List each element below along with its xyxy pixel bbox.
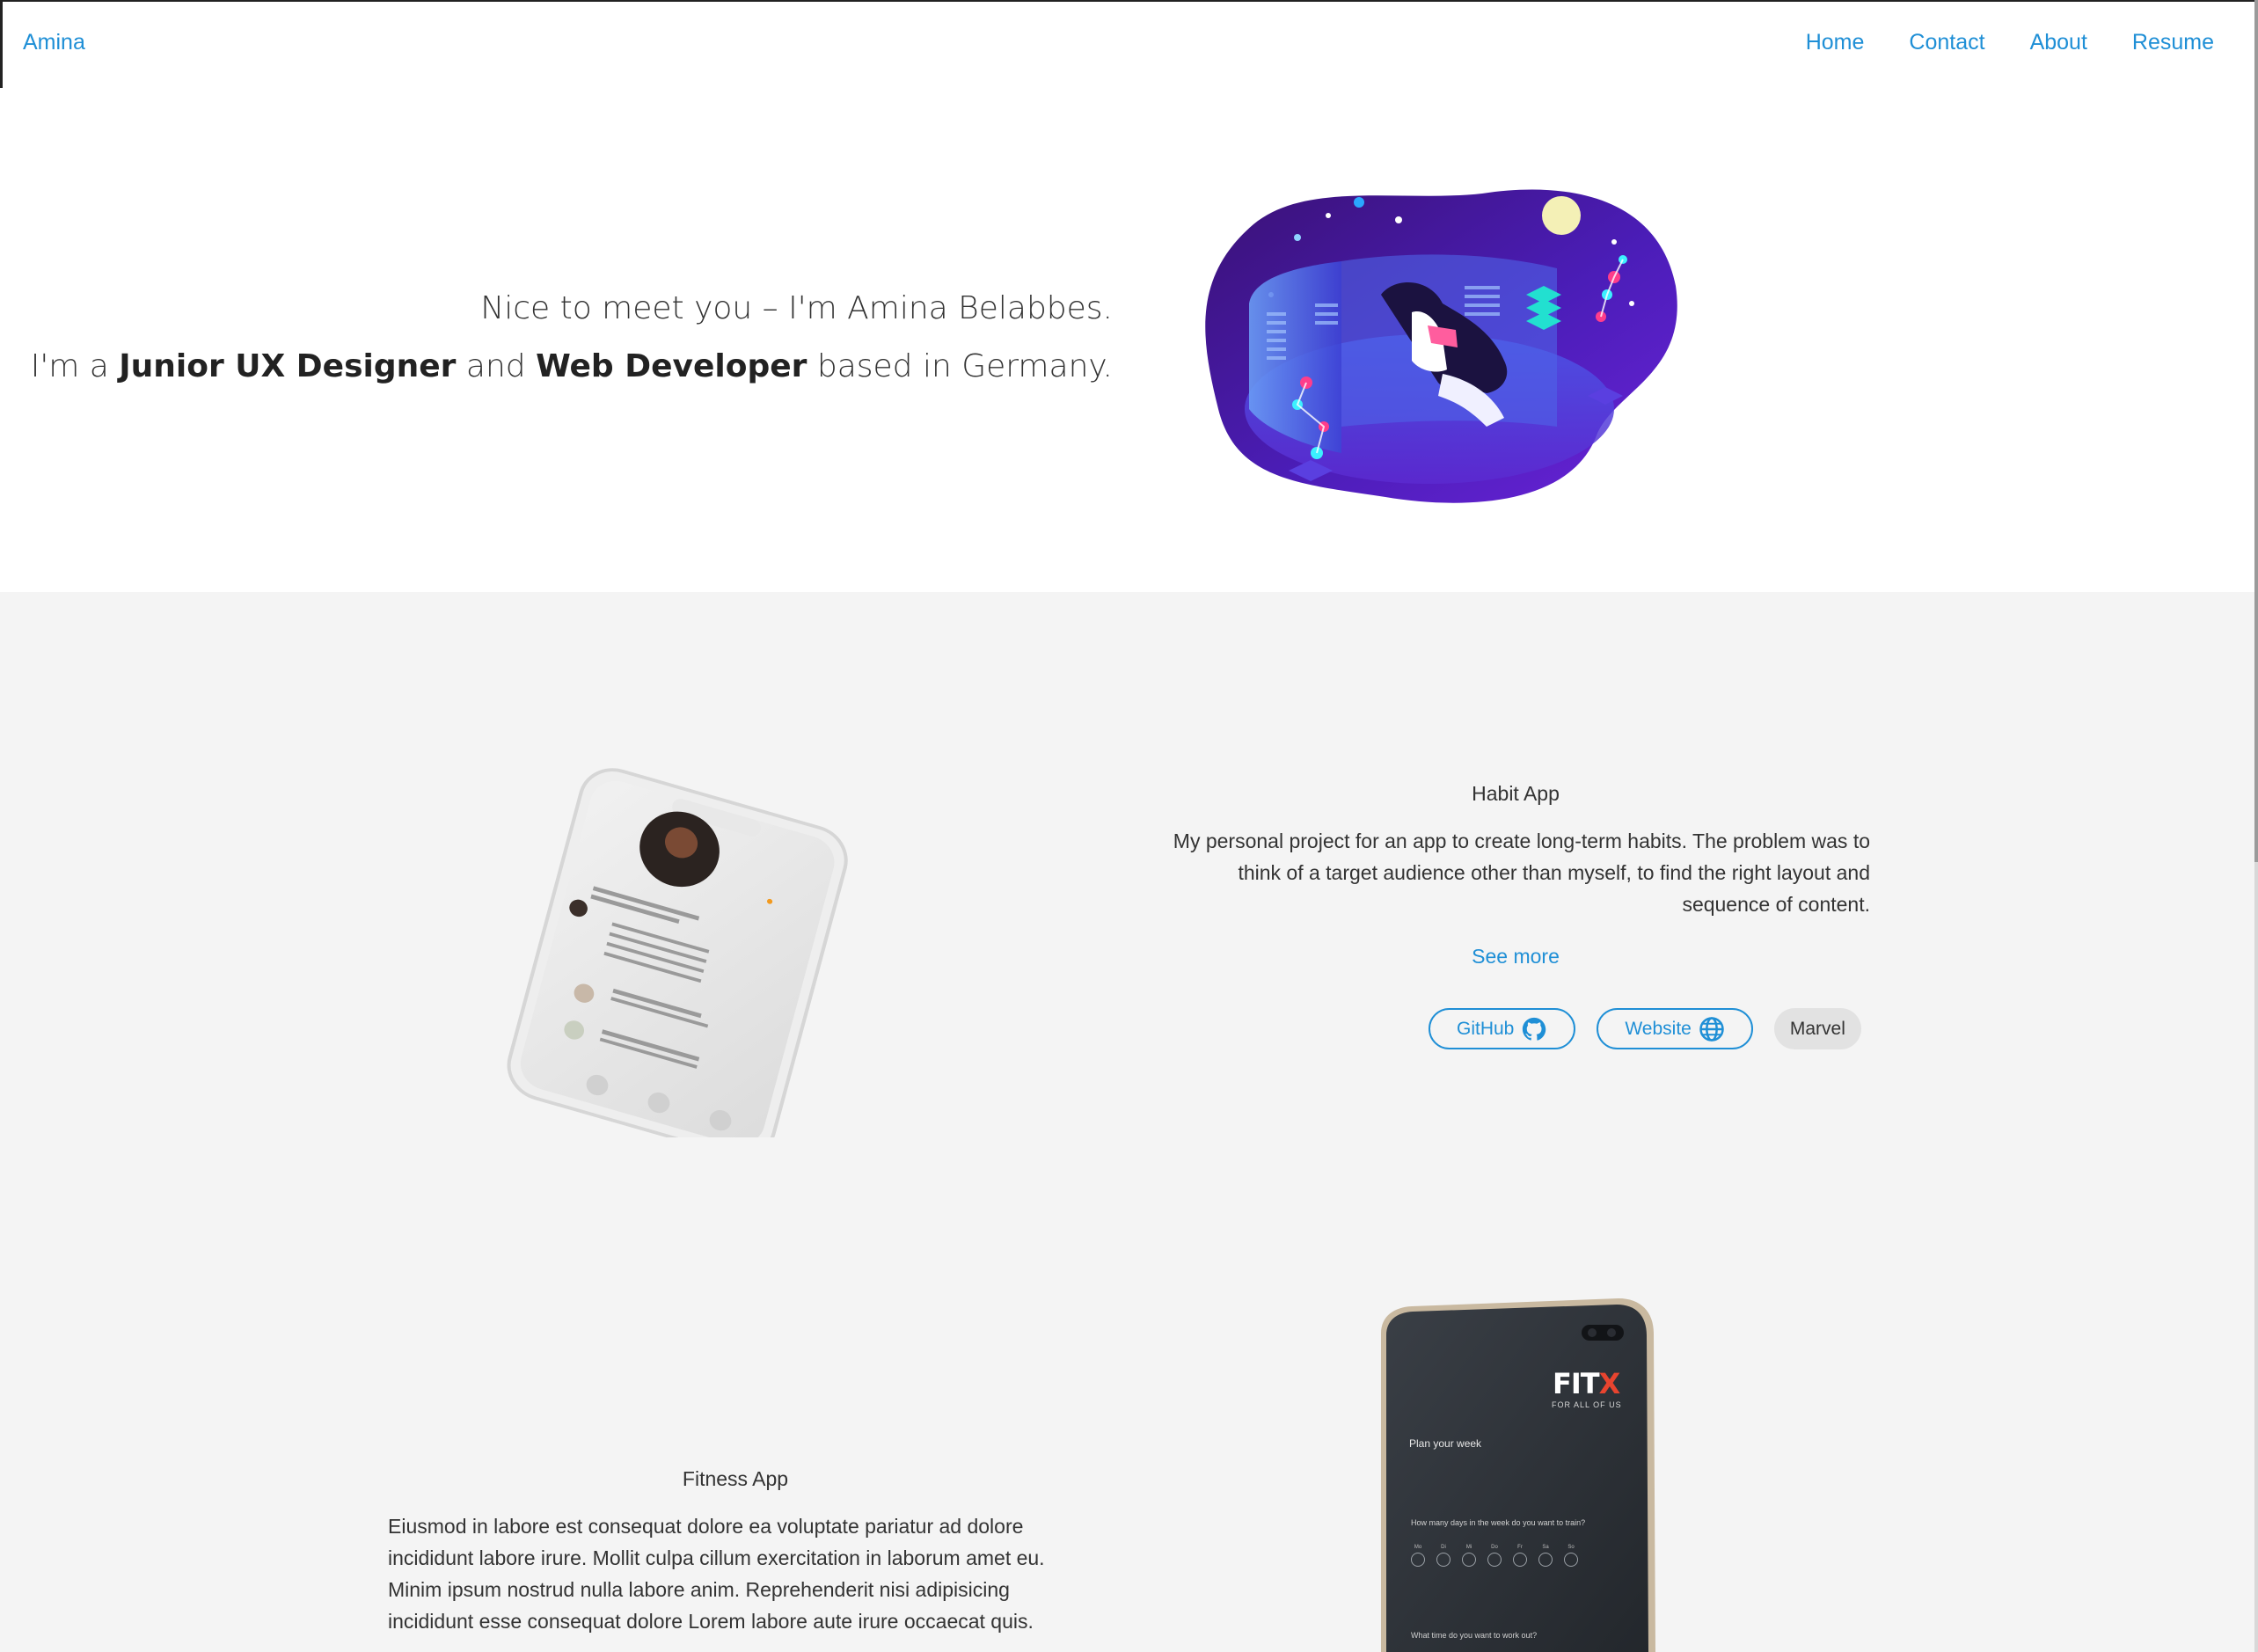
day-option[interactable]: Do (1487, 1545, 1502, 1567)
hero-role-web: Web Developer (536, 348, 807, 384)
day-option[interactable]: So (1564, 1545, 1578, 1567)
hero-role-suffix: based in Germany. (807, 348, 1113, 384)
nav-link-resume[interactable]: Resume (2132, 30, 2214, 55)
website-button[interactable]: Website (1597, 1008, 1753, 1049)
page-scrollbar[interactable] (2254, 0, 2258, 1652)
scrollbar-thumb[interactable] (2254, 0, 2258, 862)
habit-app-description: My personal project for an app to create… (1173, 830, 1870, 916)
brand-link[interactable]: Amina (23, 30, 85, 55)
habit-app-phone-mockup (507, 768, 848, 1137)
nav-link-about[interactable]: About (2030, 30, 2087, 55)
fitness-app-project: Fitness App Eiusmod in labore est conseq… (388, 1467, 1083, 1637)
marvel-tag: Marvel (1773, 1008, 1861, 1049)
nav-link-contact[interactable]: Contact (1909, 30, 1984, 55)
day-option[interactable]: Mo (1411, 1545, 1425, 1567)
github-icon (1521, 1016, 1547, 1042)
hero-intro: Nice to meet you – I'm Amina Belabbes. I… (31, 280, 1113, 396)
training-days-question: How many days in the week do you want to… (1411, 1518, 1586, 1527)
hero-role-ux: Junior UX Designer (119, 348, 457, 384)
projects-section: Habit App My personal project for an app… (0, 592, 2258, 1652)
hero-illustration (1205, 189, 1677, 503)
day-option[interactable]: Sa (1538, 1545, 1553, 1567)
workout-time-question: What time do you want to work out? (1411, 1631, 1538, 1640)
day-option[interactable]: Mi (1462, 1545, 1476, 1567)
hero-role-line: I'm a Junior UX Designer and Web Develop… (31, 338, 1113, 396)
habit-app-title: Habit App (1472, 782, 1560, 805)
nav-links: Home Contact About Resume (1806, 30, 2214, 55)
fitness-app-description: Eiusmod in labore est consequat dolore e… (388, 1515, 1045, 1633)
day-option[interactable]: Fr (1513, 1545, 1527, 1567)
habit-app-see-more-link[interactable]: See more (1161, 945, 1870, 969)
fitness-app-title: Fitness App (682, 1467, 789, 1490)
habit-app-project: Habit App My personal project for an app… (1161, 782, 1870, 969)
habit-app-tags: GitHub Website Marvel (1429, 1008, 1861, 1049)
website-button-label: Website (1625, 1018, 1692, 1039)
github-button[interactable]: GitHub (1429, 1008, 1576, 1049)
day-option[interactable]: Di (1436, 1545, 1451, 1567)
globe-icon (1699, 1016, 1725, 1042)
fitx-logo: FITX (1553, 1367, 1620, 1400)
hero-greeting: Nice to meet you – I'm Amina Belabbes. (480, 290, 1113, 326)
hero-role-and: and (456, 348, 537, 384)
plan-week-heading: Plan your week (1409, 1437, 1482, 1450)
nav-link-home[interactable]: Home (1806, 30, 1865, 55)
github-button-label: GitHub (1457, 1018, 1515, 1039)
top-navbar: Amina Home Contact About Resume (0, 0, 2258, 88)
hero-role-prefix: I'm a (30, 348, 120, 384)
fitx-tagline: FOR ALL OF US (1552, 1400, 1622, 1409)
hero-section: Nice to meet you – I'm Amina Belabbes. I… (0, 88, 2258, 592)
day-selector: Mo Di Mi Do Fr Sa So (1411, 1545, 1578, 1567)
fitness-app-phone-mockup: FITX FOR ALL OF US Plan your week How ma… (1372, 1298, 1662, 1652)
